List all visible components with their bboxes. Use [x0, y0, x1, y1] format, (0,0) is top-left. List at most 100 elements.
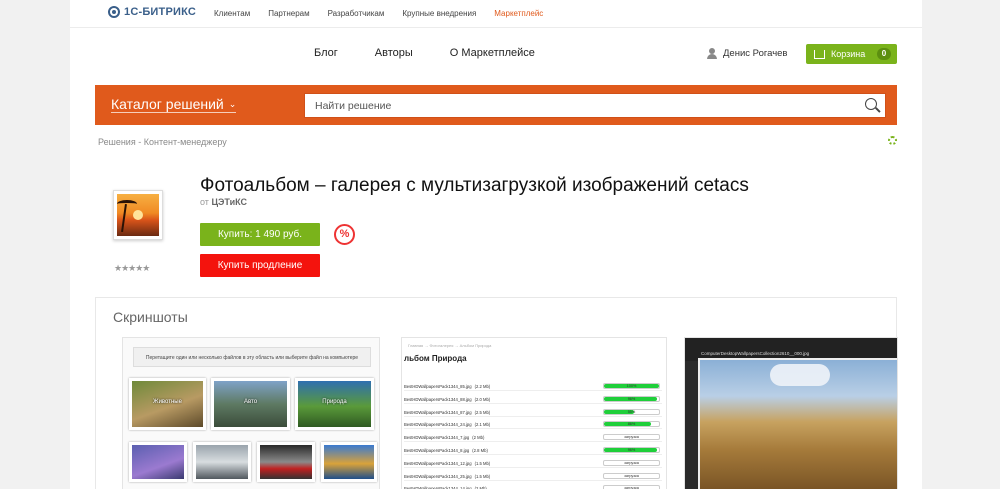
upload-row: BestHDWallpapersPack1344_8.jpg (2.8 Mb) 96…	[404, 446, 662, 455]
upload-size: (1.5 Mb)	[474, 460, 491, 466]
photo-caption: Авто	[243, 399, 258, 406]
upload-progress-bar: 96%	[603, 395, 660, 402]
screenshot-3[interactable]: ComputerDesktopWallpapersCollection2610_…	[684, 337, 898, 489]
viewer-caption: ComputerDesktopWallpapersCollection2610_…	[701, 351, 810, 356]
rating-stars[interactable]: ★★★★★	[114, 263, 150, 274]
upload-filename: BestHDWallpapersPack1344_24.jpg	[404, 422, 472, 428]
top-nav-clients[interactable]: Клиентам	[214, 9, 250, 18]
upload-status: 86%	[627, 422, 636, 427]
upload-filename: BestHDWallpapersPack1344_85.jpg	[404, 384, 472, 389]
upload-filename: BestHDWallpapersPack1344_7.jpg	[404, 435, 470, 441]
upload-status: 96%	[627, 448, 636, 452]
upload-status: загрузка	[624, 460, 639, 465]
photo-thumb	[257, 442, 315, 482]
top-nav: Клиентам Партнерам Разработчикам Крупные…	[214, 9, 561, 18]
upload-status: загрузка	[624, 435, 639, 440]
photo-animals: Животные	[129, 378, 206, 430]
upload-progress-bar: 86%	[603, 421, 660, 428]
upload-progress-bar: загрузка	[603, 472, 660, 479]
upload-size: (2.1 Mb)	[474, 422, 491, 428]
screenshot-2[interactable]: Главная → Фотогалерея → Альбом Природа л…	[401, 337, 667, 489]
upload-row: BestHDWallpapersPack1344_12.jpg (1.5 Mb) з…	[404, 459, 662, 468]
cart-button[interactable]: Корзина 0	[806, 44, 897, 64]
photo-caption: Животные	[153, 399, 182, 406]
product-vendor: от ЦЭТиКС	[200, 197, 247, 207]
product-thumbnail[interactable]	[113, 190, 163, 240]
top-nav-enterprise[interactable]: Крупные внедрения	[402, 9, 476, 18]
photo-thumb	[321, 442, 377, 482]
upload-size: (2.8 Mb)	[472, 448, 488, 453]
upload-status: 96%	[627, 396, 636, 401]
screenshots-section: Скриншоты Перетащите один или несколько …	[95, 297, 898, 489]
bitrix-logo-icon	[108, 6, 120, 18]
upload-row: BestHDWallpapersPack1344_25.jpg (1.5 Mb) з…	[404, 472, 662, 481]
upload-filename: BestHDWallpapersPack1344_87.jpg	[404, 409, 472, 415]
vendor-link[interactable]: ЦЭТиКС	[211, 197, 247, 207]
upload-filename: BestHDWallpapersPack1344_12.jpg	[404, 460, 472, 466]
upload-filename: BestHDWallpapersPack1344_8.jpg	[404, 448, 470, 453]
screenshots-heading: Скриншоты	[113, 309, 188, 325]
top-nav-developers[interactable]: Разработчикам	[328, 9, 385, 18]
search-icon[interactable]	[865, 98, 877, 110]
catalog-search-band: Каталог решений ⌄	[95, 85, 897, 125]
upload-size: (2.0 Mb)	[474, 396, 491, 402]
user-icon	[707, 48, 717, 59]
catalog-dropdown[interactable]: Каталог решений ⌄	[111, 96, 237, 113]
breadcrumb: Решения - Контент-менеджеру	[98, 137, 227, 147]
upload-progress-bar: загрузка	[603, 459, 660, 466]
upload-status: загрузка	[624, 473, 639, 478]
upload-row: BestHDWallpapersPack1344_14.jpg (2 Mb) заг…	[404, 484, 662, 489]
top-nav-marketplace[interactable]: Маркетплейс	[494, 9, 543, 18]
upload-row: BestHDWallpapersPack1344_88.jpg (2.0 Mb) 9…	[404, 395, 662, 404]
main-nav: Блог Авторы О Маркетплейсе	[314, 47, 572, 59]
logo-text: 1С-БИТРИКС	[124, 6, 197, 18]
album-title: льбом Природа	[404, 354, 467, 363]
sunset-palm-image	[117, 194, 159, 236]
photo-caption: Природа	[322, 399, 347, 406]
breadcrumb-solutions[interactable]: Решения	[98, 137, 136, 147]
search-input[interactable]	[305, 94, 845, 117]
screenshot-breadcrumb: Главная → Фотогалерея → Альбом Природа	[408, 343, 492, 348]
nav-blog[interactable]: Блог	[314, 47, 338, 59]
upload-status: 100%	[626, 384, 637, 388]
upload-row: BestHDWallpapersPack1344_24.jpg (2.1 Mb) 8…	[404, 420, 662, 430]
vendor-prefix: от	[200, 197, 209, 207]
upload-size: (2 Mb)	[472, 435, 485, 441]
gear-icon[interactable]	[888, 136, 897, 145]
product-title: Фотоальбом – галерея с мультизагрузкой и…	[200, 175, 749, 196]
search-box	[304, 93, 886, 118]
photo-nature: Природа	[295, 378, 374, 430]
nav-about[interactable]: О Маркетплейсе	[450, 47, 535, 59]
catalog-label: Каталог решений	[111, 96, 224, 112]
top-bar: 1С-БИТРИКС Клиентам Партнерам Разработчи…	[70, 0, 922, 28]
user-name: Денис Рогачев	[723, 48, 788, 59]
chevron-down-icon: ⌄	[228, 99, 237, 109]
upload-progress-bar: 96%	[603, 447, 660, 453]
upload-progress-bar: 100%	[603, 383, 660, 389]
discount-icon[interactable]: %	[334, 224, 355, 245]
breadcrumb-content-manager[interactable]: Контент-менеджеру	[144, 137, 227, 147]
upload-filename: BestHDWallpapersPack1344_88.jpg	[404, 396, 472, 402]
photo-auto: Авто	[211, 378, 290, 430]
top-nav-partners[interactable]: Партнерам	[268, 9, 309, 18]
screenshot-1[interactable]: Перетащите один или несколько файлов в э…	[122, 337, 380, 489]
cart-count-badge: 0	[877, 48, 891, 60]
breadcrumb-separator: -	[138, 137, 142, 147]
cart-icon	[814, 49, 825, 59]
wheat-field-photo	[698, 358, 897, 489]
user-menu[interactable]: Денис Рогачев	[707, 48, 787, 59]
nav-authors[interactable]: Авторы	[375, 47, 413, 59]
buy-button[interactable]: Купить: 1 490 руб.	[200, 223, 320, 246]
upload-size: (1.5 Mb)	[474, 473, 491, 479]
dropzone: Перетащите один или несколько файлов в э…	[133, 347, 371, 367]
upload-progress-bar: загрузка	[603, 434, 660, 441]
renew-button[interactable]: Купить продление	[200, 254, 320, 277]
upload-size: (2.2 Mb)	[474, 384, 491, 389]
upload-progress-bar: 55%	[603, 408, 660, 415]
upload-row: BestHDWallpapersPack1344_85.jpg (2.2 Mb) 1…	[404, 382, 662, 391]
upload-size: (2.5 Mb)	[474, 409, 491, 415]
bitrix-logo[interactable]: 1С-БИТРИКС	[108, 6, 196, 18]
photo-thumb	[193, 442, 251, 482]
upload-row: BestHDWallpapersPack1344_87.jpg (2.5 Mb) 5…	[404, 408, 662, 417]
upload-filename: BestHDWallpapersPack1344_25.jpg	[404, 473, 472, 479]
